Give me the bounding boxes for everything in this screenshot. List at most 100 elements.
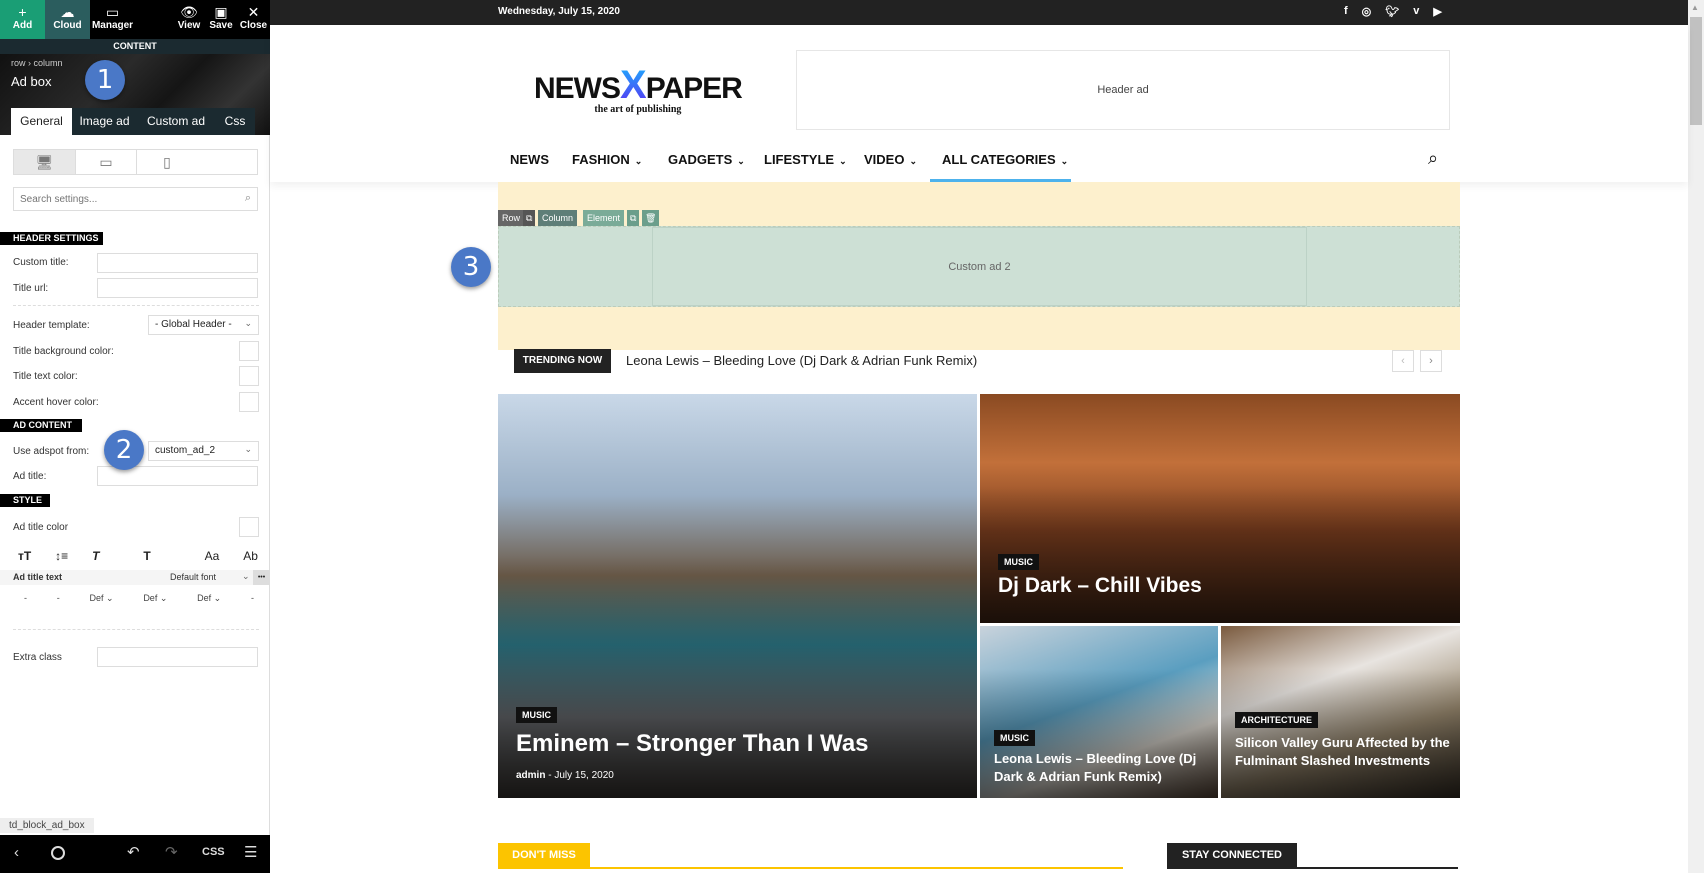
redo-icon[interactable]: ↷ xyxy=(165,843,178,861)
element-title: Ad box xyxy=(11,74,52,89)
category-badge[interactable]: MUSIC xyxy=(994,730,1035,746)
category-badge[interactable]: MUSIC xyxy=(516,707,557,723)
extra-class-label: Extra class xyxy=(13,652,62,663)
tab-image-ad[interactable]: Image ad xyxy=(72,108,137,135)
tablet-portrait-icon[interactable]: ▯ xyxy=(136,150,197,174)
top-bar: Wednesday, July 15, 2020 f ◎ 🐦︎ v ▶ xyxy=(270,0,1688,25)
tablet-landscape-icon[interactable]: ▭ xyxy=(75,150,136,174)
nav-lifestyle[interactable]: LIFESTYLE ⌄ xyxy=(764,152,847,167)
scrollbar[interactable]: ▲ xyxy=(1688,0,1704,873)
text-transform-icon[interactable]: Aa xyxy=(205,549,220,563)
search-settings-input[interactable]: ⌕ xyxy=(13,187,258,211)
facebook-icon[interactable]: f xyxy=(1344,5,1348,18)
trending-next-button[interactable]: › xyxy=(1420,350,1442,372)
category-badge[interactable]: MUSIC xyxy=(998,554,1039,570)
undo-icon[interactable]: ↶ xyxy=(127,843,140,861)
add-button[interactable]: + Add xyxy=(0,0,45,39)
typography-values: - - Def ⌄ Def ⌄ Def ⌄ - xyxy=(24,593,254,603)
featured-card-1[interactable]: MUSIC Eminem – Stronger Than I Was admin… xyxy=(498,394,977,798)
chevron-down-icon: ⌄ xyxy=(839,156,847,166)
site-logo[interactable]: NEWSXPAPER the art of publishing xyxy=(534,65,743,115)
title-text-color-label: Title text color: xyxy=(13,371,78,382)
list-icon[interactable]: ☰ xyxy=(244,843,257,861)
tab-custom-ad[interactable]: Custom ad xyxy=(137,108,215,135)
nav-video[interactable]: VIDEO ⌄ xyxy=(864,152,917,167)
breadcrumb-row[interactable]: row xyxy=(11,58,26,68)
featured-card-3[interactable]: MUSIC Leona Lewis – Bleeding Love (Dj Da… xyxy=(980,626,1218,798)
font-style-icon[interactable]: T xyxy=(92,549,99,563)
header-ad: Header ad xyxy=(796,50,1450,130)
tab-general[interactable]: General xyxy=(11,108,72,135)
nav-all-categories[interactable]: ALL CATEGORIES ⌄ xyxy=(942,152,1068,167)
title-text-color-swatch[interactable] xyxy=(239,366,259,386)
nav-gadgets[interactable]: GADGETS ⌄ xyxy=(668,152,745,167)
more-options-button[interactable]: ••• xyxy=(253,570,270,585)
header-settings-heading: HEADER SETTINGS xyxy=(0,232,103,245)
adspot-select[interactable]: custom_ad_2 ⌄ xyxy=(148,441,259,461)
copy-element-icon[interactable]: ⧉ xyxy=(627,210,640,226)
card-title[interactable]: Dj Dark – Chill Vibes xyxy=(998,574,1202,598)
close-icon: ✕ xyxy=(247,4,260,20)
scroll-up-icon[interactable]: ▲ xyxy=(1691,3,1699,12)
annotation-badge-1: 1 xyxy=(85,60,125,100)
header-template-select[interactable]: - Global Header - ⌄ xyxy=(148,315,259,335)
author[interactable]: admin xyxy=(516,770,545,781)
home-icon[interactable] xyxy=(51,846,65,860)
line-height-icon[interactable]: ↕≡ xyxy=(55,549,68,563)
ad-title-color-swatch[interactable] xyxy=(239,517,259,537)
title-bg-color-swatch[interactable] xyxy=(239,341,259,361)
chevron-down-icon: ⌄ xyxy=(244,444,252,454)
search-icon[interactable]: ⌕ xyxy=(1428,148,1438,169)
custom-ad: Custom ad 2 xyxy=(652,227,1307,306)
trending-link[interactable]: Leona Lewis – Bleeding Love (Dj Dark & A… xyxy=(626,353,977,368)
letter-spacing-icon[interactable]: Ab xyxy=(243,549,258,563)
breadcrumb: row › column xyxy=(11,58,63,68)
card-title[interactable]: Eminem – Stronger Than I Was xyxy=(516,730,869,758)
title-url-input[interactable] xyxy=(97,278,258,298)
font-weight-icon[interactable]: T xyxy=(143,549,150,563)
featured-card-4[interactable]: ARCHITECTURE Silicon Valley Guru Affecte… xyxy=(1221,626,1460,798)
youtube-icon[interactable]: ▶ xyxy=(1433,5,1441,18)
column-button[interactable]: Column xyxy=(538,210,578,226)
dont-miss-heading: DON'T MISS xyxy=(498,843,590,867)
save-button[interactable]: ▣ Save xyxy=(205,0,237,39)
search-field[interactable] xyxy=(20,189,230,209)
scrollbar-thumb[interactable] xyxy=(1690,17,1702,125)
close-button[interactable]: ✕ Close xyxy=(237,0,270,39)
row-button[interactable]: Row xyxy=(498,210,525,226)
ad-title-color-label: Ad title color xyxy=(13,522,69,533)
tab-css[interactable]: Css xyxy=(215,108,255,135)
nav-news[interactable]: NEWS xyxy=(510,152,549,167)
twitter-icon[interactable]: 🐦︎ xyxy=(1385,5,1399,18)
ad-box-element[interactable]: Custom ad 2 xyxy=(498,226,1460,307)
extra-class-input[interactable] xyxy=(97,647,258,667)
font-size-icon[interactable]: ᴛT xyxy=(18,549,31,563)
cloud-button[interactable]: ☁ Cloud xyxy=(45,0,90,39)
device-toggle: 🖥 ▭ ▯ xyxy=(13,149,258,175)
font-family-select[interactable]: Default font xyxy=(170,572,216,582)
featured-card-2[interactable]: MUSIC Dj Dark – Chill Vibes xyxy=(980,394,1460,623)
divider xyxy=(498,867,1123,869)
custom-title-input[interactable] xyxy=(97,253,258,273)
social-icons: f ◎ 🐦︎ v ▶ xyxy=(1344,5,1442,18)
trending-prev-button[interactable]: ‹ xyxy=(1392,350,1414,372)
manager-button[interactable]: ▭ Manager xyxy=(90,0,135,39)
chevron-down-icon: ⌄ xyxy=(244,318,252,328)
nav-fashion[interactable]: FASHION ⌄ xyxy=(572,152,642,167)
back-icon[interactable]: ‹ xyxy=(14,844,19,861)
desktop-icon[interactable]: 🖥 xyxy=(14,150,75,174)
tabs: General Image ad Custom ad Css xyxy=(11,108,255,135)
vimeo-icon[interactable]: v xyxy=(1413,5,1419,18)
accent-hover-color-swatch[interactable] xyxy=(239,392,259,412)
element-button[interactable]: Element xyxy=(583,210,625,226)
css-button[interactable]: CSS xyxy=(202,846,225,858)
breadcrumb-column[interactable]: column xyxy=(34,58,63,68)
category-badge[interactable]: ARCHITECTURE xyxy=(1235,712,1318,728)
copy-row-icon[interactable]: ⧉ xyxy=(523,210,536,226)
annotation-badge-2: 2 xyxy=(104,430,144,470)
delete-icon[interactable]: 🗑︎ xyxy=(642,210,660,226)
view-button[interactable]: 👁 View xyxy=(173,0,205,39)
card-title[interactable]: Silicon Valley Guru Affected by the Fulm… xyxy=(1235,734,1455,770)
instagram-icon[interactable]: ◎ xyxy=(1362,5,1372,18)
card-title[interactable]: Leona Lewis – Bleeding Love (Dj Dark & A… xyxy=(994,750,1214,786)
